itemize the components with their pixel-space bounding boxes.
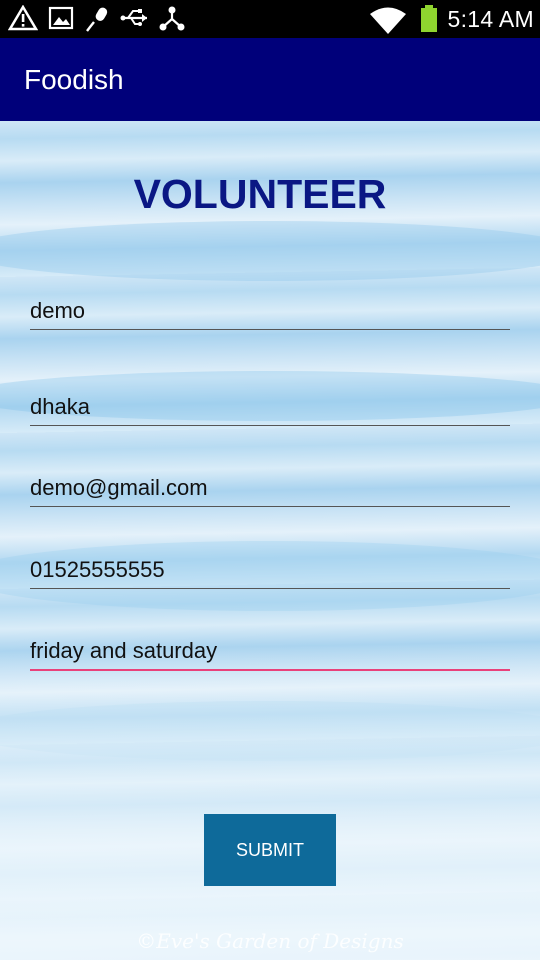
location-field[interactable]: dhaka — [30, 382, 510, 426]
background-watermark: ©Eve's Garden of Designs — [136, 929, 404, 953]
submit-button[interactable]: SUBMIT — [204, 814, 336, 886]
email-field[interactable]: demo@gmail.com — [30, 463, 510, 507]
phone-field[interactable]: 01525555555 — [30, 545, 510, 589]
email-field-value: demo@gmail.com — [30, 475, 208, 500]
app-title: Foodish — [24, 64, 124, 95]
phone-field-value: 01525555555 — [30, 557, 165, 582]
status-time: 5:14 AM — [447, 6, 534, 32]
status-bar: 5:14 AM — [0, 0, 540, 38]
usb-icon — [120, 5, 150, 36]
microphone-icon — [84, 5, 112, 38]
page-title: VOLUNTEER — [133, 171, 387, 217]
volunteer-form-screen: VOLUNTEER demo dhaka demo@gmail.com 0152… — [0, 121, 540, 960]
location-field-value: dhaka — [30, 394, 90, 419]
wifi-icon — [368, 5, 408, 40]
share-icon — [158, 5, 186, 38]
availability-field-value: friday and saturday — [30, 638, 218, 663]
image-icon — [48, 5, 74, 36]
warning-icon — [7, 4, 39, 36]
background-wash — [0, 701, 540, 761]
name-field[interactable]: demo — [30, 286, 510, 330]
app-bar: Foodish — [0, 38, 540, 121]
background-wash — [0, 221, 540, 281]
battery-icon — [420, 5, 438, 38]
availability-field[interactable]: friday and saturday — [30, 627, 510, 671]
name-field-value: demo — [30, 298, 86, 323]
